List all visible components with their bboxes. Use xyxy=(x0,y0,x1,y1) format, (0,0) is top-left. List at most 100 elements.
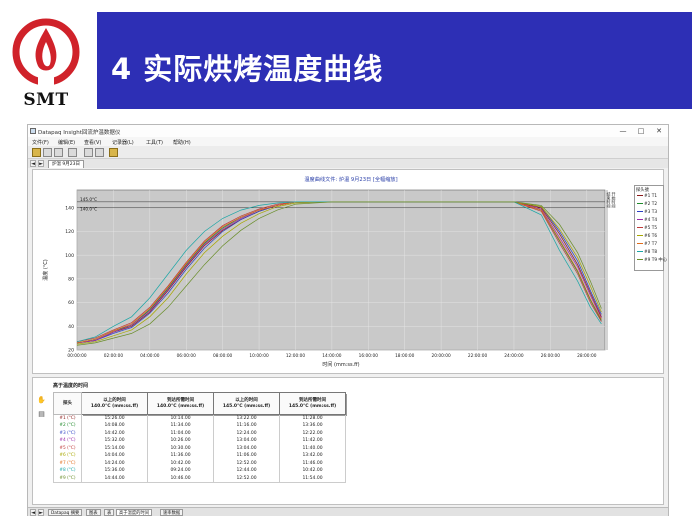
time-cell: 11:16.00 xyxy=(213,422,280,430)
menu-tools[interactable]: 工具(T) xyxy=(146,139,163,146)
document-tabstrip: ◄ ► 炉温 9月23日 xyxy=(28,159,668,168)
menu-logger[interactable]: 记录器(L) xyxy=(112,139,134,146)
close-icon[interactable]: ✕ xyxy=(654,126,664,136)
probe-cell: #1 (°C) xyxy=(53,414,82,422)
legend-item[interactable]: #5 T5 xyxy=(637,226,657,232)
legend-item[interactable]: #9 T9 中心 xyxy=(637,258,667,264)
time-cell: 13:42.00 xyxy=(279,452,346,460)
right-marker-label: 开始时间 xyxy=(612,192,617,209)
time-cell: 09:24.00 xyxy=(147,467,214,475)
logger-down-icon[interactable] xyxy=(84,148,93,157)
y-tick-label: 100 xyxy=(65,253,74,259)
tab-profile[interactable]: 炉温 9月23日 xyxy=(48,160,85,168)
legend-item[interactable]: #7 T7 xyxy=(637,242,657,248)
time-cell: 12:24.00 xyxy=(213,429,280,437)
time-cell: 13:22.00 xyxy=(213,414,280,422)
x-tick-label: 28:00:00 xyxy=(577,353,597,359)
legend-label: #1 T1 xyxy=(644,194,658,199)
legend-title: 探头號 xyxy=(636,188,649,193)
save-icon[interactable] xyxy=(43,148,52,157)
logo-text: SMT xyxy=(23,90,69,110)
x-tick-label: 00:00:00 xyxy=(67,353,87,359)
legend-label: #4 T4 xyxy=(644,218,658,223)
print-icon[interactable] xyxy=(54,148,63,157)
menu-edit[interactable]: 编辑(E) xyxy=(58,139,75,146)
x-tick-label: 12:00:00 xyxy=(286,353,306,359)
legend-label: #8 T8 xyxy=(644,250,658,255)
legend-swatch xyxy=(637,235,643,236)
x-tick-label: 02:00:00 xyxy=(104,353,124,359)
table-row: #8 (°C) 15:36.00 09:24.00 12:44.00 10:42.00 xyxy=(53,467,346,475)
col-header-reach-145: 到达所需时间 145.0°C (mm:ss.ff) xyxy=(279,392,346,415)
time-cell: 11:42.00 xyxy=(279,437,346,445)
status-next-arrow[interactable]: ► xyxy=(38,509,44,516)
header-sub: 140.0°C (mm:ss.ff) xyxy=(156,403,205,409)
chart-title: 温度曲线文件: 炉温 9月23日 [全幅缩放] xyxy=(304,175,397,183)
legend-label: #9 T9 中心 xyxy=(644,258,668,263)
x-tick-label: 18:00:00 xyxy=(395,353,415,359)
slide-title: 4 实际烘烤温度曲线 xyxy=(111,52,384,86)
probe-cell: #5 (°C) xyxy=(53,444,82,452)
title-bar: Datapaq Insight回流炉温数据仪 — □ ✕ xyxy=(28,125,668,137)
probe-cell: #3 (°C) xyxy=(53,429,82,437)
x-tick-label: 04:00:00 xyxy=(140,353,160,359)
col-header-above-140: 以上的时间 140.0°C (mm:ss.ff) xyxy=(81,392,148,415)
tab-prev-arrow[interactable]: ◄ xyxy=(30,160,36,167)
time-cell: 11:36.00 xyxy=(147,452,214,460)
legend-swatch xyxy=(637,219,643,220)
tab-time-above[interactable]: 高于温度的时间 xyxy=(116,509,153,516)
settings-icon[interactable] xyxy=(68,148,77,157)
legend-swatch xyxy=(637,195,643,196)
legend-swatch xyxy=(637,211,643,212)
open-folder-icon[interactable] xyxy=(32,148,41,157)
y-tick-label: 80 xyxy=(68,276,74,282)
x-tick-label: 20:00:00 xyxy=(431,353,451,359)
time-cell: 11:34.00 xyxy=(147,422,214,430)
x-tick-label: 16:00:00 xyxy=(359,353,379,359)
legend-item[interactable]: #8 T8 xyxy=(637,250,657,256)
tab-next-arrow[interactable]: ► xyxy=(38,160,44,167)
tab-table[interactable]: 表 xyxy=(104,509,115,516)
tab-graph[interactable]: 图表 xyxy=(86,509,101,516)
menu-file[interactable]: 文件(F) xyxy=(32,139,49,146)
app-icon xyxy=(30,128,36,134)
probe-icon[interactable] xyxy=(109,148,118,157)
reference-label: 140.0°C xyxy=(80,207,97,212)
time-above-table: 探头 以上的时间 140.0°C (mm:ss.ff) 到达所需时间 140.0°C… xyxy=(53,392,346,483)
document-icon[interactable]: ▤ xyxy=(37,410,46,419)
time-cell: 12:44.00 xyxy=(213,467,280,475)
tab-summary[interactable]: Datapaq 摘要 xyxy=(48,509,83,516)
table-row: #2 (°C) 14:08.00 11:34.00 11:16.00 13:36.00 xyxy=(53,422,346,430)
minimize-icon[interactable]: — xyxy=(618,126,628,136)
status-prev-arrow[interactable]: ◄ xyxy=(30,509,36,516)
tab-rate-data[interactable]: 速率数据 xyxy=(160,509,184,516)
logger-up-icon[interactable] xyxy=(95,148,104,157)
menu-view[interactable]: 查看(V) xyxy=(84,139,101,146)
window-title: Datapaq Insight回流炉温数据仪 xyxy=(38,130,121,136)
hand-icon[interactable]: ✋ xyxy=(37,396,46,405)
time-cell: 10:30.00 xyxy=(147,444,214,452)
probe-cell: #8 (°C) xyxy=(53,467,82,475)
legend-item[interactable]: #4 T4 xyxy=(637,218,657,224)
legend-item[interactable]: #6 T6 xyxy=(637,234,657,240)
probe-cell: #4 (°C) xyxy=(53,437,82,445)
legend-item[interactable]: #2 T2 xyxy=(637,202,657,208)
time-cell: 11:54.00 xyxy=(279,474,346,483)
legend-item[interactable]: #3 T3 xyxy=(637,210,657,216)
menu-help[interactable]: 帮助(H) xyxy=(173,139,191,146)
table-row: #4 (°C) 15:32.00 10:26.00 13:04.00 11:42.00 xyxy=(53,437,346,445)
header-sub: 145.0°C (mm:ss.ff) xyxy=(222,403,271,409)
legend-swatch xyxy=(637,259,643,260)
time-cell: 10:46.00 xyxy=(147,474,214,483)
time-cell: 10:42.00 xyxy=(147,459,214,467)
app-window: Datapaq Insight回流炉温数据仪 — □ ✕ 文件(F) 编辑(E)… xyxy=(27,124,669,516)
x-tick-label: 14:00:00 xyxy=(322,353,342,359)
chart-legend: 探头號 #1 T1 #2 T2 #3 T3 #4 T4 #5 T5 #6 T6 #7 T7 #… xyxy=(634,185,667,271)
time-cell: 14:08.00 xyxy=(81,422,148,430)
legend-item[interactable]: #1 T1 xyxy=(637,194,657,200)
x-axis-label: 时间 (mm:ss.ff) xyxy=(322,361,359,368)
bottom-pane: 高于温度的时间 ✋ ▤ 探头 以上的时间 140.0°C (mm:ss.ff) 到… xyxy=(32,377,664,505)
maximize-icon[interactable]: □ xyxy=(636,126,646,136)
time-cell: 15:36.00 xyxy=(81,467,148,475)
legend-label: #6 T6 xyxy=(644,234,658,239)
